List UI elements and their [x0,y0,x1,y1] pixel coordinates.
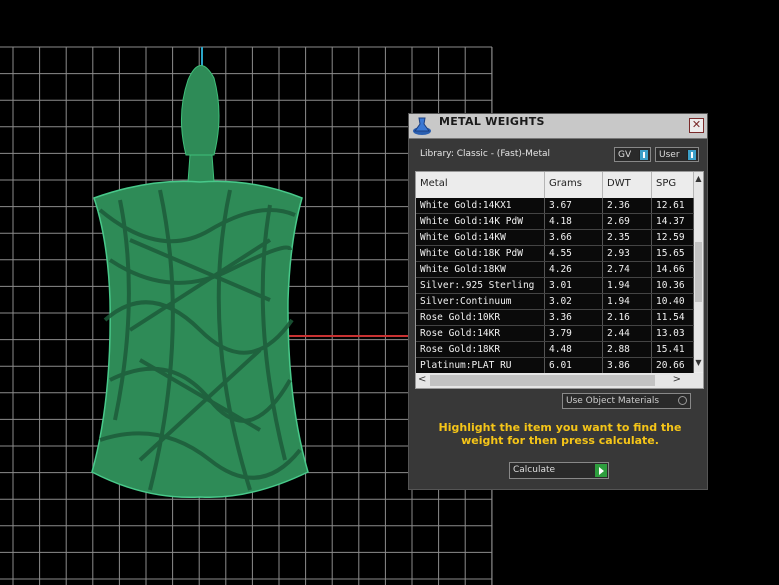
toggle-indicator-icon [687,150,696,160]
table-cell: White Gold:14K PdW [416,214,545,229]
use-object-materials-label: Use Object Materials [566,396,660,406]
table-cell: Rose Gold:18KR [416,342,545,357]
table-cell: 13.03 [652,326,694,341]
table-cell: 14.66 [652,262,694,277]
table-cell: 2.69 [603,214,652,229]
table-row[interactable]: Platinum:PLAT RU 6.01 3.86 20.66 [416,358,694,374]
table-cell: 2.88 [603,342,652,357]
calculate-label: Calculate [513,465,556,475]
table-cell: 15.41 [652,342,694,357]
table-cell: 4.26 [545,262,603,277]
table-cell: 3.86 [603,358,652,373]
table-header: Metal Grams DWT SPG [416,172,694,198]
table-body: White Gold:14KX1 3.67 2.36 12.61 White Gold:… [416,198,694,374]
table-cell: 2.36 [603,198,652,213]
table-row[interactable]: Silver:Continuum 3.02 1.94 10.40 [416,294,694,310]
scroll-down-icon[interactable]: ▼ [694,358,703,367]
table-cell: Silver:Continuum [416,294,545,309]
column-header[interactable]: SPG [652,172,694,198]
metal-table[interactable]: Metal Grams DWT SPG White Gold:14KX1 3.67 2.3… [415,171,704,389]
table-cell: 3.36 [545,310,603,325]
use-object-materials-toggle[interactable]: Use Object Materials [562,393,691,409]
table-cell: 1.94 [603,278,652,293]
scroll-left-icon[interactable]: < [418,374,426,385]
table-cell: 10.36 [652,278,694,293]
table-cell: 11.54 [652,310,694,325]
table-row[interactable]: White Gold:18KW 4.26 2.74 14.66 [416,262,694,278]
table-cell: 2.16 [603,310,652,325]
table-cell: 3.66 [545,230,603,245]
table-cell: Silver:.925 Sterling [416,278,545,293]
table-row[interactable]: White Gold:18K PdW 4.55 2.93 15.65 [416,246,694,262]
library-label: Library: Classic - (Fast)-Metal [420,149,551,159]
close-button[interactable]: ✕ [689,118,704,133]
radio-icon [678,396,687,405]
table-cell: 2.74 [603,262,652,277]
table-cell: 6.01 [545,358,603,373]
dialog-title: METAL WEIGHTS [439,115,545,128]
table-cell: White Gold:14KX1 [416,198,545,213]
jewelry-model[interactable] [91,65,309,499]
table-cell: 3.01 [545,278,603,293]
table-row[interactable]: Rose Gold:18KR 4.48 2.88 15.41 [416,342,694,358]
table-row[interactable]: White Gold:14K PdW 4.18 2.69 14.37 [416,214,694,230]
column-header[interactable]: Grams [545,172,603,198]
instruction-text: Highlight the item you want to find the … [438,421,682,447]
table-row[interactable]: Rose Gold:14KR 3.79 2.44 13.03 [416,326,694,342]
table-cell: 3.02 [545,294,603,309]
table-cell: 4.18 [545,214,603,229]
table-cell: 4.48 [545,342,603,357]
user-label: User [659,150,680,160]
table-cell: Platinum:PLAT RU [416,358,545,373]
table-cell: 2.44 [603,326,652,341]
scroll-up-icon[interactable]: ▲ [694,174,703,183]
table-row[interactable]: White Gold:14KW 3.66 2.35 12.59 [416,230,694,246]
vertical-scrollbar[interactable]: ▲ ▼ [694,172,703,372]
table-row[interactable]: Silver:.925 Sterling 3.01 1.94 10.36 [416,278,694,294]
table-cell: White Gold:18K PdW [416,246,545,261]
table-cell: 20.66 [652,358,694,373]
table-cell: 14.37 [652,214,694,229]
table-row[interactable]: White Gold:14KX1 3.67 2.36 12.61 [416,198,694,214]
table-cell: 4.55 [545,246,603,261]
horizontal-scroll-thumb[interactable] [430,375,655,386]
table-row[interactable]: Rose Gold:10KR 3.36 2.16 11.54 [416,310,694,326]
metal-weights-dialog: METAL WEIGHTS ✕ Library: Classic - (Fast… [408,113,708,490]
vertical-scroll-thumb[interactable] [695,242,702,302]
table-cell: 3.67 [545,198,603,213]
column-header[interactable]: DWT [603,172,652,198]
user-toggle-button[interactable]: User [655,147,699,162]
calculate-button[interactable]: Calculate [509,462,609,479]
gv-toggle-button[interactable]: GV [614,147,651,162]
table-cell: 2.93 [603,246,652,261]
table-cell: 10.40 [652,294,694,309]
table-cell: Rose Gold:14KR [416,326,545,341]
table-cell: 12.59 [652,230,694,245]
play-arrow-icon [595,464,607,477]
scroll-right-icon[interactable]: > [673,374,681,385]
table-cell: 3.79 [545,326,603,341]
table-cell: White Gold:14KW [416,230,545,245]
dialog-titlebar[interactable]: METAL WEIGHTS ✕ [409,114,707,139]
table-cell: 1.94 [603,294,652,309]
flask-icon [413,117,431,135]
column-header[interactable]: Metal [416,172,545,198]
table-cell: 15.65 [652,246,694,261]
table-cell: 2.35 [603,230,652,245]
table-cell: White Gold:18KW [416,262,545,277]
toggle-indicator-icon [639,150,648,160]
horizontal-scrollbar[interactable]: < > [416,373,703,388]
gv-label: GV [618,150,632,160]
table-cell: 12.61 [652,198,694,213]
table-cell: Rose Gold:10KR [416,310,545,325]
